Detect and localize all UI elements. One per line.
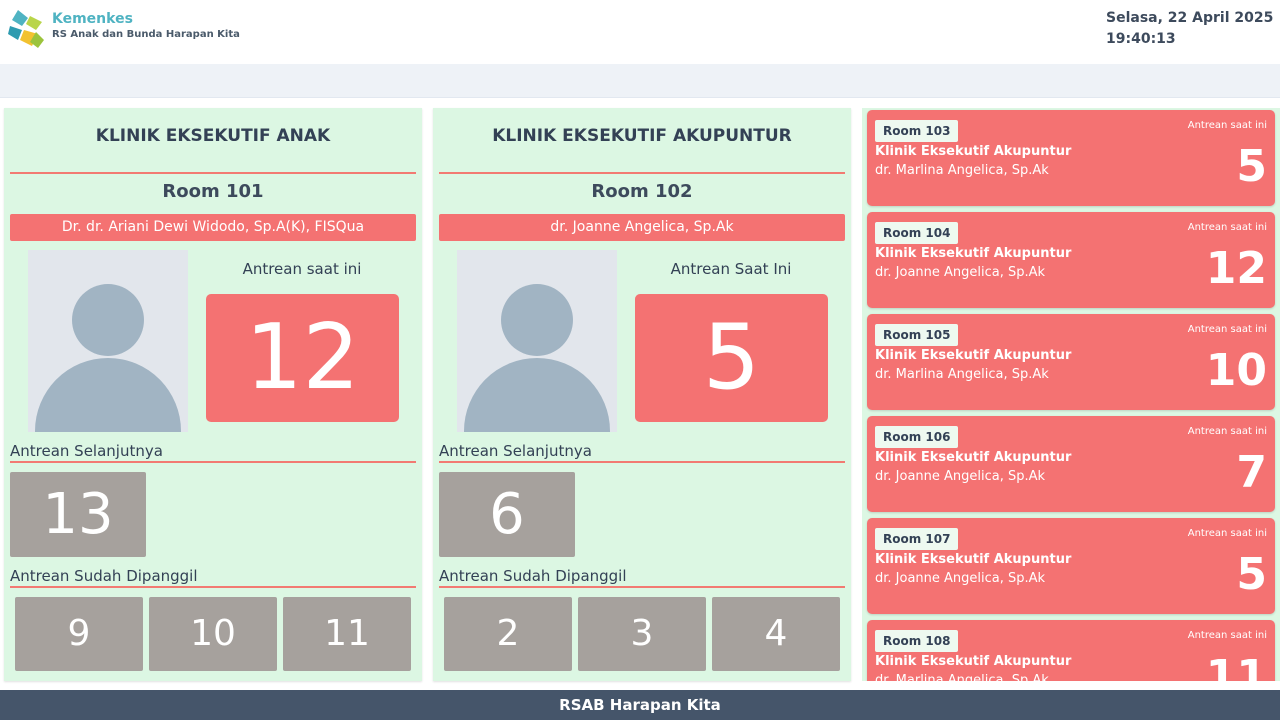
clinic-title: KLINIK EKSEKUTIF ANAK [95, 126, 331, 146]
current-queue-label: Antrean saat ini [242, 260, 362, 278]
clinic-name: Klinik Eksekutif Akupuntur [875, 348, 1072, 363]
current-queue-number: 5 [1236, 549, 1267, 600]
doctor-name: dr. Joanne Angelica, Sp.Ak [439, 214, 845, 241]
avatar-head [72, 284, 144, 356]
header: Kemenkes RS Anak dan Bunda Harapan Kita … [0, 0, 1280, 64]
next-queue-number: 13 [10, 472, 146, 557]
current-queue-label: Antrean saat ini [1187, 630, 1267, 641]
current-queue-number: 11 [1205, 651, 1267, 681]
current-queue-number: 10 [1205, 345, 1267, 396]
next-queue-number: 6 [439, 472, 575, 557]
called-queue-number: 9 [15, 597, 143, 671]
current-queue-number: 12 [1205, 243, 1267, 294]
avatar-body [464, 358, 610, 432]
subheader-bar [0, 64, 1280, 98]
footer: RSAB Harapan Kita [0, 690, 1280, 720]
divider [439, 586, 845, 588]
clinic-panel-room-102: KLINIK EKSEKUTIF AKUPUNTUR Room 102 dr. … [433, 108, 851, 681]
called-queue-label: Antrean Sudah Dipanggil [10, 567, 198, 585]
avatar-head [501, 284, 573, 356]
room-name: Room 102 [591, 181, 693, 202]
datetime: Selasa, 22 April 2025 19:40:13 [1106, 8, 1274, 50]
clinic-panel-room-101: KLINIK EKSEKUTIF ANAK Room 101 Dr. dr. A… [4, 108, 422, 681]
current-queue-label: Antrean saat ini [1187, 120, 1267, 131]
clinic-name: Klinik Eksekutif Akupuntur [875, 450, 1072, 465]
doctor-name: dr. Marlina Angelica, Sp.Ak [875, 163, 1049, 178]
divider [10, 461, 416, 463]
clinic-name: Klinik Eksekutif Akupuntur [875, 246, 1072, 261]
doctor-name: dr. Joanne Angelica, Sp.Ak [875, 265, 1046, 280]
clinic-name: Klinik Eksekutif Akupuntur [875, 552, 1072, 567]
room-card: Room 107 Klinik Eksekutif Akupuntur dr. … [867, 518, 1275, 614]
time-text: 19:40:13 [1106, 31, 1176, 47]
divider [439, 461, 845, 463]
clinic-name: Klinik Eksekutif Akupuntur [875, 144, 1072, 159]
room-badge: Room 104 [875, 222, 959, 244]
doctor-name: dr. Joanne Angelica, Sp.Ak [875, 571, 1046, 586]
kemenkes-logo-icon [8, 10, 44, 48]
logo-text: Kemenkes RS Anak dan Bunda Harapan Kita [52, 11, 240, 42]
room-card: Room 104 Klinik Eksekutif Akupuntur dr. … [867, 212, 1275, 308]
room-badge: Room 105 [875, 324, 959, 346]
called-queue-number: 11 [283, 597, 411, 671]
next-queue-label: Antrean Selanjutnya [439, 442, 592, 460]
called-queue-number: 2 [444, 597, 572, 671]
brand-name: Kemenkes [52, 11, 133, 27]
current-queue-number: 12 [206, 294, 399, 422]
room-card: Room 108 Klinik Eksekutif Akupuntur dr. … [867, 620, 1275, 681]
doctor-name: dr. Marlina Angelica, Sp.Ak [875, 367, 1049, 382]
called-queue-number: 3 [578, 597, 706, 671]
current-queue-label: Antrean saat ini [1187, 528, 1267, 539]
current-queue-label: Antrean saat ini [1187, 324, 1267, 335]
clinic-title: KLINIK EKSEKUTIF AKUPUNTUR [492, 126, 792, 146]
current-queue-label: Antrean saat ini [1187, 222, 1267, 233]
called-queue-number: 4 [712, 597, 840, 671]
avatar-body [35, 358, 181, 432]
current-queue-number: 5 [1236, 141, 1267, 192]
current-queue-number: 7 [1236, 447, 1267, 498]
current-queue-number: 5 [635, 294, 828, 422]
date-text: Selasa, 22 April 2025 [1106, 10, 1274, 26]
called-queue-number: 10 [149, 597, 277, 671]
current-queue-label: Antrean saat ini [1187, 426, 1267, 437]
doctor-name: dr. Joanne Angelica, Sp.Ak [875, 469, 1046, 484]
doctor-name: Dr. dr. Ariani Dewi Widodo, Sp.A(K), FIS… [10, 214, 416, 241]
doctor-name: dr. Marlina Angelica, Sp.Ak [875, 673, 1049, 681]
room-card: Room 106 Klinik Eksekutif Akupuntur dr. … [867, 416, 1275, 512]
room-name: Room 101 [162, 181, 264, 202]
divider [10, 172, 416, 174]
room-badge: Room 106 [875, 426, 959, 448]
room-list[interactable]: Room 103 Klinik Eksekutif Akupuntur dr. … [862, 108, 1280, 681]
current-queue-label: Antrean Saat Ini [670, 260, 792, 278]
doctor-avatar [28, 250, 188, 432]
called-queue-label: Antrean Sudah Dipanggil [439, 567, 627, 585]
room-badge: Room 108 [875, 630, 959, 652]
clinic-name: Klinik Eksekutif Akupuntur [875, 654, 1072, 669]
hospital-name: RS Anak dan Bunda Harapan Kita [52, 29, 240, 40]
room-card: Room 103 Klinik Eksekutif Akupuntur dr. … [867, 110, 1275, 206]
room-card: Room 105 Klinik Eksekutif Akupuntur dr. … [867, 314, 1275, 410]
doctor-avatar [457, 250, 617, 432]
room-badge: Room 107 [875, 528, 959, 550]
next-queue-label: Antrean Selanjutnya [10, 442, 163, 460]
room-badge: Room 103 [875, 120, 959, 142]
divider [10, 586, 416, 588]
divider [439, 172, 845, 174]
